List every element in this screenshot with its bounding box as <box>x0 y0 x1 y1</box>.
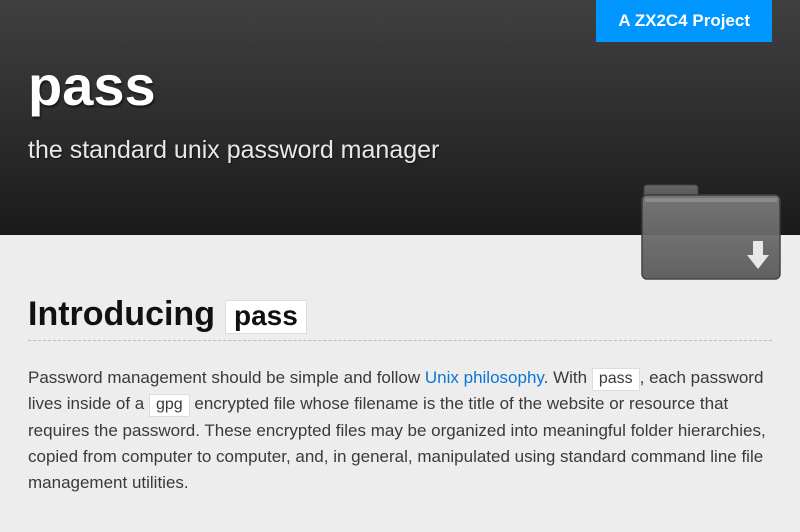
heading-prefix: Introducing <box>28 295 215 334</box>
site-subtitle: the standard unix password manager <box>28 136 772 165</box>
folder-download-icon <box>636 177 786 287</box>
text-segment: . With <box>544 368 592 387</box>
heading-code-badge: pass <box>225 300 307 334</box>
inline-code-pass: pass <box>592 368 640 391</box>
inline-code-gpg: gpg <box>149 394 190 417</box>
project-badge[interactable]: A ZX2C4 Project <box>596 0 772 42</box>
text-segment: Password management should be simple and… <box>28 368 425 387</box>
section-heading: Introducing pass <box>28 295 772 341</box>
intro-paragraph: Password management should be simple and… <box>28 365 772 497</box>
unix-philosophy-link[interactable]: Unix philosophy <box>425 368 544 387</box>
site-title: pass <box>28 58 772 114</box>
page-header: A ZX2C4 Project pass the standard unix p… <box>0 0 800 235</box>
